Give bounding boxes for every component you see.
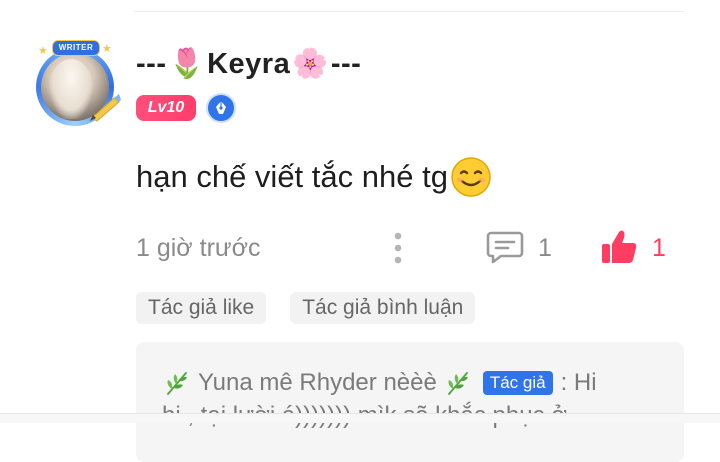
reply-text-start: : Hi	[560, 369, 597, 396]
cherry-blossom-icon: 🌸	[292, 48, 329, 80]
top-divider	[134, 11, 684, 12]
reply-count: 1	[538, 234, 552, 262]
smiling-face-emoji	[451, 157, 491, 197]
tag-author-commented: Tác giả bình luận	[290, 292, 476, 324]
comment-time: 1 giờ trước	[136, 234, 261, 262]
comment-meta: 1 giờ trước 1 1	[136, 228, 676, 268]
author-tag-badge: Tác giả	[482, 371, 553, 395]
pen-nib-icon[interactable]	[206, 93, 236, 123]
name-core: Keyra	[207, 47, 291, 80]
comment-text: hạn chế viết tắc nhé tg	[136, 159, 448, 194]
star-icon: ★	[38, 45, 48, 57]
quill-pen-icon	[90, 94, 121, 122]
herb-icon	[167, 372, 187, 395]
author-avatar[interactable]: WRITER ★ ★	[32, 40, 122, 130]
star-icon: ★	[102, 43, 112, 55]
reply-preview[interactable]: Yuna mê Rhyder nèèè Tác giả : Hi hi , tạ…	[136, 342, 684, 462]
name-prefix: ---	[136, 47, 167, 80]
level-badge: Lv10	[136, 95, 196, 121]
herb-icon	[447, 372, 468, 395]
like-count: 1	[652, 234, 666, 262]
tag-author-liked: Tác giả like	[136, 292, 267, 324]
vertical-dots-icon[interactable]	[391, 230, 405, 266]
reply-header: Yuna mê Rhyder nèèè Tác giả : Hi	[162, 368, 597, 398]
comment-body: hạn chế viết tắc nhé tg	[136, 156, 492, 198]
name-suffix: ---	[330, 47, 362, 80]
tulip-icon: 🌷	[168, 48, 206, 80]
thumbs-up-icon[interactable]	[600, 228, 638, 266]
reply-author[interactable]: Yuna mê Rhyder nèèè	[198, 369, 437, 397]
author-interaction-tags: Tác giả like Tác giả bình luận	[136, 292, 476, 324]
writer-frame-label: WRITER	[52, 40, 100, 56]
avatar-hair	[49, 59, 93, 119]
comment-bubble-icon[interactable]	[486, 230, 524, 264]
author-name[interactable]: --- 🌷 Keyra 🌸 ---	[136, 44, 361, 84]
author-badges: Lv10	[136, 93, 236, 123]
